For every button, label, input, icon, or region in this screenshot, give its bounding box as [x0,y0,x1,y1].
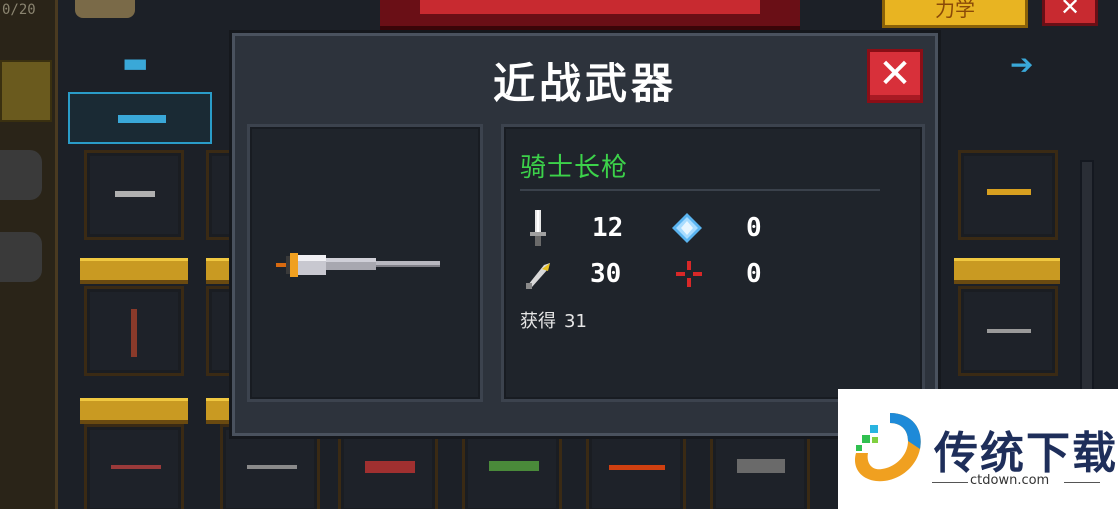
top-banner-highlight [420,0,760,14]
critical-value: 30 [590,259,622,289]
inventory-slot[interactable] [220,424,320,509]
brand-logo-icon [854,413,921,482]
inventory-slot[interactable] [958,150,1058,240]
side-target-button[interactable] [0,150,42,200]
knife-crit-icon [526,263,550,289]
weapon-preview-panel [247,124,483,402]
dagger-icon [111,465,161,469]
hammer-icon [115,191,155,197]
melee-category-icon [118,115,166,123]
inventory-slot[interactable] [958,286,1058,376]
inventory-counter: 0/20 [2,2,36,18]
energy-value: 0 [746,213,762,243]
spear-icon [131,309,137,357]
inaccuracy-stat: 0 [674,257,762,291]
inventory-slot[interactable] [338,424,438,509]
watermark-logo: 传统下载 ctdown.com [838,389,1118,509]
weapon-detail-dialog: 近战武器 ✕ 骑士长枪 12 0 30 0 获得 31 [232,33,938,436]
close-button[interactable]: ✕ [867,49,923,103]
inventory-slot[interactable] [462,424,562,509]
inventory-slot[interactable] [84,424,184,509]
inventory-slot[interactable] [84,286,184,376]
golden-weapon-icon [987,189,1031,195]
close-icon: ✕ [878,51,912,97]
diamond-energy-icon [672,213,702,243]
lance-icon [276,253,440,277]
shelf-bar [80,398,188,424]
inventory-slot[interactable] [710,424,810,509]
inaccuracy-value: 0 [746,259,762,289]
damage-stat: 12 [526,210,624,246]
divider [1064,482,1100,483]
weapon-info-panel: 骑士长枪 12 0 30 0 获得 31 [501,124,925,402]
gun-weapon-icon [737,459,785,473]
obtained-label: 获得 [520,311,556,332]
dialog-title: 近战武器 [492,59,677,108]
inventory-slot[interactable] [586,424,686,509]
blade-icon [987,329,1031,333]
side-thumbnail[interactable] [0,60,52,122]
prev-category-icon[interactable]: ▬ [122,46,148,79]
top-close-button[interactable]: ✕ [1042,0,1098,26]
red-weapon-icon [365,461,415,473]
category-tab-melee[interactable] [68,92,212,144]
obtained-info: 获得 31 [520,307,587,333]
obtained-count: 31 [564,311,587,332]
divider [520,189,880,191]
sword-icon [247,465,297,469]
shelf-bar [954,258,1060,284]
next-category-icon[interactable]: ➔ [1010,48,1033,81]
top-tab-button[interactable] [75,0,135,18]
energy-stat: 0 [672,211,762,245]
top-action-button[interactable]: 力学 [882,0,1028,28]
critical-stat: 30 [524,257,621,291]
shelf-bar [80,258,188,284]
damage-value: 12 [592,213,624,243]
divider [932,482,968,483]
flame-weapon-icon [609,465,665,470]
side-sound-button[interactable] [0,232,42,282]
sword-icon [530,210,546,246]
crosshair-icon [676,261,702,287]
brand-name: 传统下载 [934,428,1118,479]
left-side-panel: 0/20 [0,0,58,509]
weapon-name: 骑士长枪 [520,153,629,183]
inventory-slot[interactable] [84,150,184,240]
green-weapon-icon [489,461,539,471]
brand-url: ctdown.com [970,473,1050,488]
